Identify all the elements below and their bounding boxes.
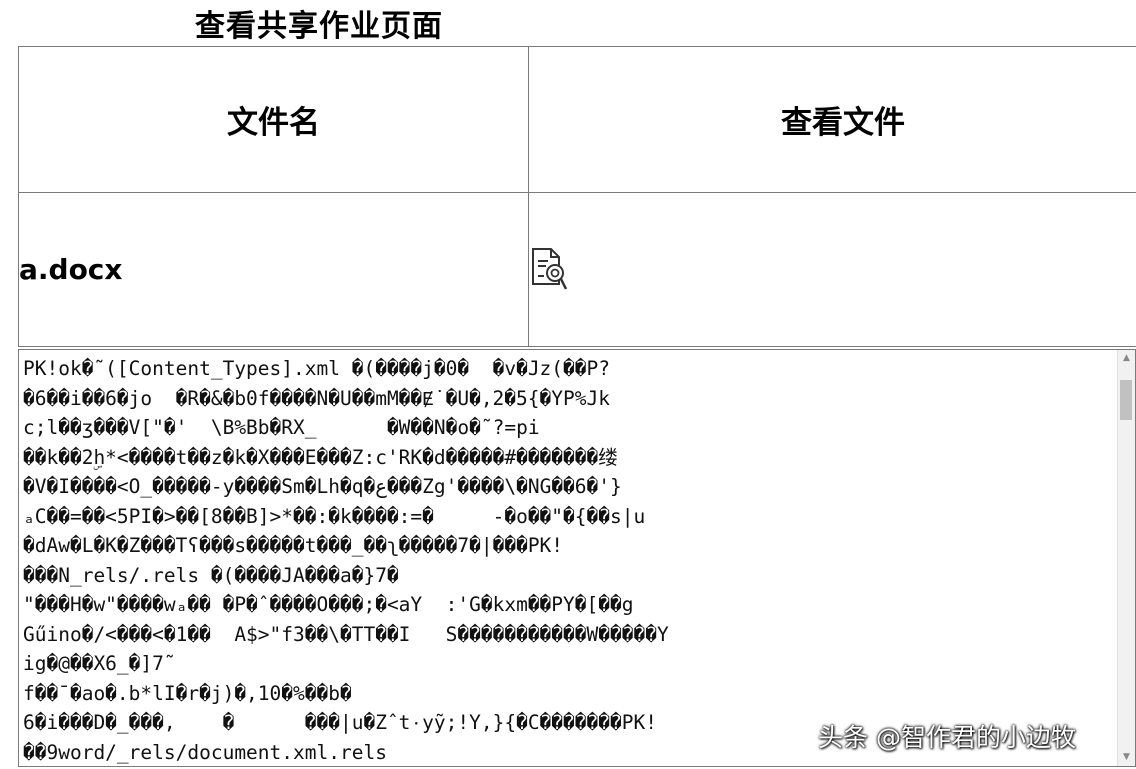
scroll-down-arrow-icon[interactable]: ▼ [1118,749,1135,766]
column-header-view: 查看文件 [528,46,1136,193]
table-header-row: 文件名 查看文件 [18,46,1136,193]
scroll-up-arrow-icon[interactable]: ▲ [1118,350,1135,367]
file-content-viewer[interactable]: PK!ok�˜([Content_Types].xml �(����j�0� �… [18,349,1136,767]
vertical-scrollbar[interactable]: ▲ ▼ [1117,350,1135,766]
page-title: 查看共享作业页面 [195,9,443,44]
binary-content-text: PK!ok�˜([Content_Types].xml �(����j�0� �… [23,357,669,764]
document-search-icon[interactable] [529,246,569,294]
column-header-filename: 文件名 [18,46,529,193]
scrollbar-thumb[interactable] [1120,380,1132,420]
view-file-cell [528,192,1136,347]
watermark: 头条 @智作君的小边牧 [818,723,1076,752]
shared-files-table: 文件名 查看文件 a.docx [18,46,1136,347]
table-row: a.docx [18,192,1136,347]
file-name-cell: a.docx [18,192,529,347]
